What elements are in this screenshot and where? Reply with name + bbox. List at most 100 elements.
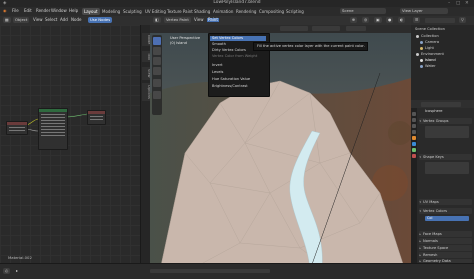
timeline-scrubber[interactable] — [150, 269, 270, 273]
workspace-tab-modeling[interactable]: Modeling — [100, 8, 122, 15]
xray-toggle-icon[interactable]: ▣ — [374, 17, 382, 23]
sidebar-tab-node[interactable]: Node — [142, 33, 151, 47]
outliner-type-icon[interactable]: ☰ — [413, 17, 421, 23]
blender-menu-icon[interactable]: ◉ — [3, 9, 7, 13]
section-texture-space[interactable]: Texture Space — [419, 245, 472, 251]
brush-radius-field[interactable] — [280, 26, 308, 31]
material-tab-icon[interactable] — [412, 154, 416, 158]
section-vertex-colors[interactable]: Vertex Colors — [419, 208, 472, 214]
section-remesh[interactable]: Remesh — [419, 252, 472, 258]
scene-tab-icon[interactable] — [412, 130, 416, 134]
workspace-tab-layout[interactable]: Layout — [82, 8, 100, 15]
annotate-tool-icon[interactable] — [153, 79, 161, 87]
workspace-tab-compositing[interactable]: Compositing — [257, 8, 286, 15]
workspace-tab-animation[interactable]: Animation — [211, 8, 235, 15]
section-normals[interactable]: Normals — [419, 238, 472, 244]
vertex-groups-list[interactable] — [425, 126, 469, 138]
menu-item-dirty-vertex-colors[interactable]: Dirty Vertex Colors — [212, 48, 246, 53]
3d-viewport[interactable]: User Perspective (0) Island — [150, 33, 411, 270]
node-menu-select[interactable]: Select — [45, 18, 57, 22]
workspace-tab-rendering[interactable]: Rendering — [234, 8, 258, 15]
viewport-menu-paint[interactable]: Paint — [207, 18, 219, 22]
playback-menu[interactable]: ▸ — [16, 269, 18, 273]
menu-window[interactable]: Window — [51, 9, 67, 13]
editor-type-icon[interactable]: ▦ — [3, 17, 11, 23]
menu-item-invert[interactable]: Invert — [212, 63, 223, 68]
object-tab-icon[interactable] — [412, 136, 416, 140]
modifier-tab-icon[interactable] — [412, 142, 416, 146]
outliner-item-island[interactable]: Island — [425, 58, 436, 63]
brush-strength-field[interactable] — [312, 26, 340, 31]
outliner-item-water[interactable]: Water — [425, 64, 436, 69]
view-layer-selector[interactable]: View Layer — [400, 8, 448, 14]
menu-edit[interactable]: Edit — [24, 9, 32, 13]
sidebar-tab-view[interactable]: View — [142, 67, 151, 80]
menu-render[interactable]: Render — [36, 9, 50, 13]
workspace-tab-texture-paint[interactable]: Texture Paint — [165, 8, 195, 15]
menu-help[interactable]: Help — [69, 9, 78, 13]
material-output-node[interactable] — [87, 110, 106, 125]
node-editor-canvas[interactable] — [0, 25, 140, 263]
section-vertex-groups[interactable]: Vertex Groups — [419, 118, 472, 124]
use-nodes-toggle[interactable]: Use Nodes — [88, 17, 113, 23]
maximize-icon[interactable]: □ — [456, 1, 460, 6]
data-tab-icon[interactable] — [412, 148, 416, 152]
menu-file[interactable]: File — [12, 9, 19, 13]
draw-brush-tool-icon[interactable] — [153, 37, 161, 45]
render-tab-icon[interactable] — [412, 118, 416, 122]
menu-item-smooth[interactable]: Smooth — [212, 42, 226, 47]
scene-selector[interactable]: Scene — [340, 8, 386, 14]
workspace-tab-shading[interactable]: Shading — [192, 8, 212, 15]
gizmo-toggle-icon[interactable]: ⊕ — [350, 17, 358, 23]
overlay-toggle-icon[interactable]: ◎ — [362, 17, 370, 23]
shading-material-icon[interactable]: ◐ — [398, 17, 406, 23]
input-node[interactable] — [6, 121, 28, 135]
shape-keys-list[interactable] — [425, 162, 469, 174]
viewport-scene — [150, 33, 411, 270]
menu-tooltip: Fill the active vertex color layer with … — [253, 42, 368, 51]
section-uv-maps[interactable]: UV Maps — [419, 199, 472, 205]
sidebar-tab-tool[interactable]: Tool — [142, 51, 151, 62]
workspace-tab-scripting[interactable]: Scripting — [284, 8, 306, 15]
filter-icon[interactable]: ▽ — [459, 17, 466, 23]
menu-item-set-vertex-colors[interactable]: Set Vertex Colors — [210, 36, 266, 41]
properties-object-name[interactable]: Icosphere — [425, 109, 443, 114]
node-menu-view[interactable]: View — [33, 18, 43, 22]
menu-item-hue-saturation-value[interactable]: Hue Saturation Value — [212, 77, 250, 82]
menu-item-levels[interactable]: Levels — [212, 70, 223, 75]
principled-bsdf-node[interactable] — [38, 108, 68, 150]
close-icon[interactable]: ✕ — [465, 1, 469, 6]
properties-search-input[interactable] — [421, 101, 461, 107]
average-brush-tool-icon[interactable] — [153, 57, 161, 65]
outliner-item-collection[interactable]: Collection — [421, 34, 439, 39]
viewport-editor-type-icon[interactable]: ◧ — [153, 17, 161, 23]
sample-color-tool-icon[interactable] — [153, 91, 161, 99]
outliner-item-camera[interactable]: Camera — [425, 40, 439, 45]
blur-brush-tool-icon[interactable] — [153, 47, 161, 55]
smear-brush-tool-icon[interactable] — [153, 67, 161, 75]
section-shape-keys[interactable]: Shape Keys — [419, 154, 472, 160]
node-menu-add[interactable]: Add — [60, 18, 68, 22]
output-tab-icon[interactable] — [412, 124, 416, 128]
outliner-scene-collection[interactable]: Scene Collection — [415, 27, 445, 32]
outliner-search-input[interactable] — [425, 18, 455, 23]
workspace-tab-sculpting[interactable]: Sculpting — [121, 8, 144, 15]
bottom-editor-type-icon[interactable]: ◴ — [3, 268, 11, 274]
material-label: Material.002 — [8, 255, 32, 260]
menu-item-brightness-contrast[interactable]: Brightness/Contrast — [212, 84, 248, 89]
shading-solid-icon[interactable]: ● — [386, 17, 394, 23]
node-menu-node[interactable]: Node — [71, 18, 81, 22]
outliner-item-light[interactable]: Light — [425, 46, 434, 51]
menu-item-vertex-color-from-weight[interactable]: Vertex Color from Weight — [212, 54, 257, 59]
properties-header — [411, 100, 474, 108]
vertex-color-layer-col[interactable]: Col — [425, 216, 469, 221]
viewport-menu-view[interactable]: View — [194, 18, 204, 22]
outliner-item-environment[interactable]: Environment — [421, 52, 444, 57]
node-editor-object-mode[interactable]: Object — [13, 17, 30, 23]
sidebar-tab-options[interactable]: Options — [142, 83, 151, 101]
section-face-maps[interactable]: Face Maps — [419, 231, 472, 237]
tool-tab-icon[interactable] — [412, 112, 416, 116]
minimize-icon[interactable]: – — [448, 1, 450, 6]
viewport-mode-selector[interactable]: Vertex Paint — [164, 17, 191, 23]
brush-color-field[interactable] — [346, 26, 366, 31]
